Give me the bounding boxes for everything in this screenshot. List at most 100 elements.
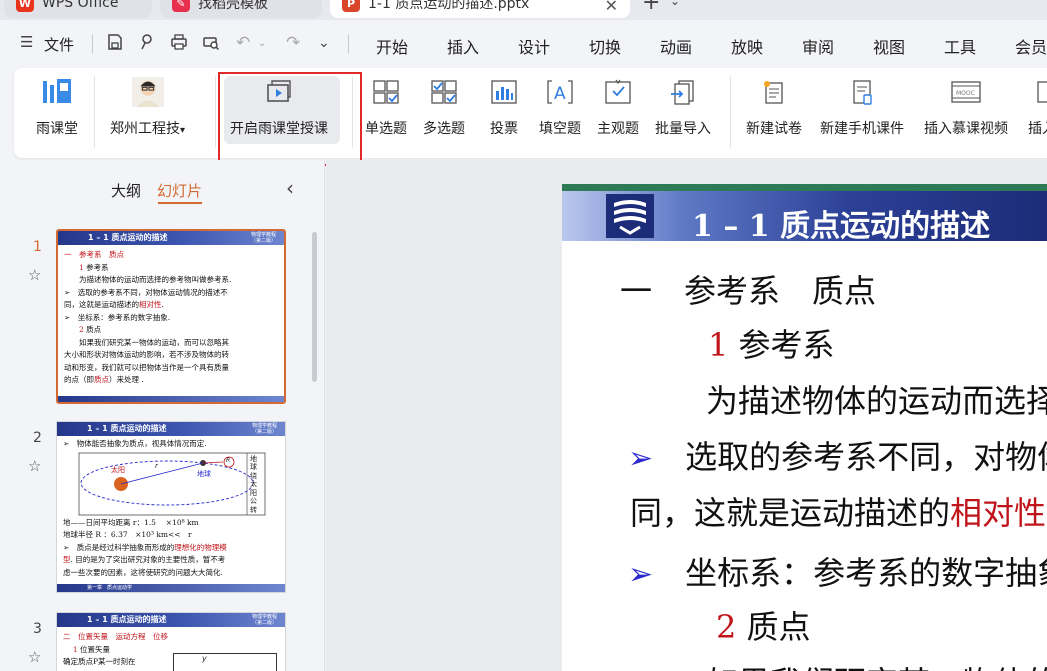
- single-choice-button[interactable]: 单选题: [365, 76, 407, 138]
- slide-paragraph-line: 如果我们研究某一物体的运动: [706, 658, 1047, 671]
- thumb-text: 位置矢量: [77, 644, 111, 654]
- share-icon[interactable]: [138, 33, 156, 56]
- thumb-paragraph: ➢ 质点是经过科学抽象而形成的理想化的物理模 型. 目的是为了突出研究对象的主要性…: [57, 542, 285, 580]
- paragraph-text: 同，这就是运动描述的: [630, 494, 951, 532]
- tab-label: 1-1 质点运动的描述.pptx: [368, 0, 530, 12]
- thumb-text: .: [161, 300, 164, 309]
- avatar: [131, 76, 164, 108]
- thumb-text: 大小和形状对物体运动的影响，若不涉及物体的转: [64, 350, 229, 359]
- thumb-line: 如果我们研究某一物体的运动，而可以忽略其: [58, 337, 284, 350]
- tab-docer-templates[interactable]: ✎ 找稻壳模板: [160, 0, 322, 18]
- undo-icon[interactable]: ↶: [236, 33, 250, 53]
- menu-animations[interactable]: 动画: [660, 34, 692, 58]
- thumb-text: ➢ 坐标系：参考系的数字抽象.: [64, 312, 171, 322]
- yuketang-button[interactable]: 雨课堂: [36, 76, 78, 138]
- title-tab-bar: W WPS Office ✎ 找稻壳模板 P 1-1 质点运动的描述.pptx …: [0, 0, 1047, 20]
- thumb-text: [64, 263, 79, 272]
- star-icon[interactable]: ☆: [28, 266, 41, 284]
- current-slide[interactable]: 1 – 1 质点运动的描述 一 参考系 质点 1 参考系 为描述物体的运动而选择…: [562, 184, 1047, 671]
- plus-icon[interactable]: +: [642, 0, 660, 15]
- redo-icon[interactable]: ↷: [286, 33, 300, 53]
- new-exam-button[interactable]: 新建试卷: [746, 76, 802, 138]
- file-menu[interactable]: 文件: [44, 34, 74, 55]
- mobile-icon: [846, 76, 878, 108]
- text-box-icon: A: [544, 76, 576, 108]
- batch-import-button[interactable]: 批量导入: [655, 76, 711, 138]
- star-icon[interactable]: ☆: [28, 648, 41, 666]
- menu-review[interactable]: 审阅: [802, 34, 834, 58]
- wps-logo-icon: W: [16, 0, 34, 12]
- collapse-panel-icon[interactable]: ‹: [286, 176, 294, 200]
- menu-home[interactable]: 开始: [376, 34, 408, 58]
- vote-label: 投票: [490, 121, 518, 137]
- thumb-text: 动和形变，我们就可以把物体当作是一个具有质量: [64, 362, 229, 372]
- bullet-arrow-icon: ➢: [628, 441, 654, 476]
- insert-icon: [1028, 76, 1047, 108]
- thumb-text: 虑一些次要的因素，这将使研究的问题大大简化.: [63, 567, 223, 577]
- menu-insert[interactable]: 插入: [447, 34, 479, 58]
- menu-member[interactable]: 会员: [1015, 34, 1047, 58]
- thumb-text: 的点（即: [64, 375, 94, 384]
- bullet-arrow-icon: ➢: [628, 557, 654, 592]
- fill-blank-label: 填空题: [539, 121, 581, 137]
- star-icon[interactable]: ☆: [28, 457, 41, 475]
- menu-transitions[interactable]: 切换: [589, 34, 621, 58]
- slide-thumbnail-2[interactable]: 1 – 1 质点运动的描述 物理学教程 （第二版） ➢ 物体能否抽象为质点，视具体…: [56, 421, 286, 593]
- thumb-text: 质点: [83, 325, 102, 334]
- slide-paragraph-line: 为描述物体的运动而选择的参考物叫做参考系.: [706, 382, 1047, 420]
- tab-slides[interactable]: 幻灯片: [157, 180, 202, 201]
- bullet-text: 选取的参考系不同，对物体运动情况的描述不: [685, 438, 1047, 476]
- more-chevron-icon[interactable]: ⌄: [318, 35, 330, 51]
- tab-pptx-document[interactable]: P 1-1 质点运动的描述.pptx ✕: [330, 0, 630, 18]
- insert-mooc-video-button[interactable]: MOOC 插入慕课视频: [924, 76, 1008, 138]
- slide-bullet-line: ➢ 选取的参考系不同，对物体运动情况的描述不: [628, 432, 1047, 478]
- mooc-badge: MOOC: [956, 90, 975, 97]
- single-choice-label: 单选题: [365, 121, 407, 137]
- tab-outline[interactable]: 大纲: [111, 180, 141, 201]
- slide-thumbnail-1[interactable]: 1 – 1 质点运动的描述 物理学教程 （第二版） 一 参考系 质点 1 参考系 …: [56, 229, 286, 404]
- new-exam-label: 新建试卷: [746, 121, 802, 137]
- save-icon[interactable]: [106, 33, 124, 56]
- R-label: R: [226, 456, 231, 464]
- close-icon[interactable]: ✕: [605, 0, 618, 15]
- new-mobile-courseware-button[interactable]: 新建手机课件: [820, 76, 904, 138]
- bullet-text: 坐标系：参考系的数字抽象.: [685, 554, 1047, 592]
- print-preview-icon[interactable]: [202, 33, 220, 56]
- chevron-down-icon: ▾: [180, 125, 186, 136]
- menu-slideshow[interactable]: 放映: [731, 34, 763, 58]
- divider: [215, 76, 216, 148]
- vote-button[interactable]: 投票: [488, 76, 520, 138]
- divider: [92, 34, 93, 54]
- fill-blank-button[interactable]: A 填空题: [539, 76, 581, 138]
- subjective-button[interactable]: 主观题: [597, 76, 639, 138]
- thumb-line: ➢ 坐标系：参考系的数字抽象.: [58, 312, 284, 325]
- slide-heading-1: 一 参考系 质点: [620, 272, 877, 310]
- multiple-choice-button[interactable]: 多选题: [423, 76, 465, 138]
- menu-design[interactable]: 设计: [518, 34, 550, 58]
- insert-more-button[interactable]: 插入: [1028, 76, 1047, 138]
- slide-number: 1: [33, 239, 42, 255]
- thumb-text: ）来处理 .: [109, 375, 144, 384]
- menu-view[interactable]: 视图: [873, 34, 905, 58]
- r-label: r: [155, 461, 158, 470]
- thumb-emphasis: 质点: [94, 375, 109, 384]
- user-account-button[interactable]: 郑州工程技▾: [110, 76, 185, 138]
- thumb-title-bar: 1 – 1 质点运动的描述 物理学教程 （第二版）: [58, 231, 284, 245]
- heading-text: 参考系: [728, 326, 835, 364]
- mooc-video-icon: MOOC: [950, 76, 982, 108]
- slide-thumbnail-3[interactable]: 1 – 1 质点运动的描述 物理学教程 （第二版） 二 位置矢量 运动方程 位移 …: [56, 612, 286, 671]
- panel-scrollbar[interactable]: [312, 232, 317, 382]
- thumb-line: ➢ 质点是经过科学抽象而形成的理想化的物理模: [57, 542, 285, 555]
- coord-figure: y: [173, 653, 277, 671]
- thumb-text: . 目的是为了突出研究对象的主要性质，暂不考: [70, 555, 226, 564]
- thumb-footer: 第一章 质点运动学: [57, 584, 285, 592]
- thumb-sub2: （第二版）: [251, 620, 277, 626]
- hamburger-icon[interactable]: ☰: [20, 33, 33, 51]
- tab-wps-office[interactable]: W WPS Office: [4, 0, 152, 18]
- menu-tools[interactable]: 工具: [944, 34, 976, 58]
- heading-text: 质点: [736, 608, 811, 646]
- chevron-down-icon[interactable]: ⌄: [258, 38, 266, 49]
- highlight-annotation-box: [218, 72, 362, 166]
- print-icon[interactable]: [170, 33, 188, 56]
- chevron-down-icon[interactable]: ⌄: [670, 0, 680, 8]
